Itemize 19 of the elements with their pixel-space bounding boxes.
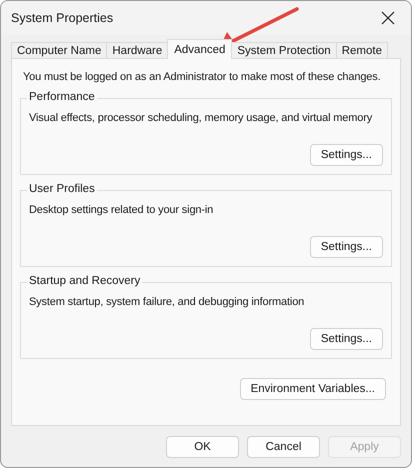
group-title: Startup and Recovery (27, 275, 142, 287)
group-description: System startup, system failure, and debugging information (29, 296, 304, 308)
close-icon (381, 11, 395, 25)
tab[interactable]: Advanced (167, 39, 232, 59)
dialog-button[interactable]: Cancel (247, 436, 320, 458)
group-title: User Profiles (27, 183, 97, 195)
tab[interactable]: Remote (336, 42, 388, 58)
settings-button[interactable]: Settings... (310, 236, 383, 258)
tab[interactable]: Computer Name (11, 42, 108, 58)
group-description: Desktop settings related to your sign-in (29, 204, 214, 216)
group-description: Visual effects, processor scheduling, memory usage, and virtual memory (29, 112, 372, 124)
settings-button[interactable]: Settings... (310, 328, 383, 350)
window-title: System Properties (11, 11, 114, 25)
group-title: Performance (27, 91, 97, 103)
settings-button[interactable]: Settings... (310, 144, 383, 166)
notice-text: You must be logged on as an Administrator to make most of these changes. (23, 71, 381, 83)
dialog-button[interactable]: OK (166, 436, 239, 458)
environment-variables-button[interactable]: Environment Variables... (240, 378, 386, 400)
tab[interactable]: System Protection (231, 42, 337, 58)
